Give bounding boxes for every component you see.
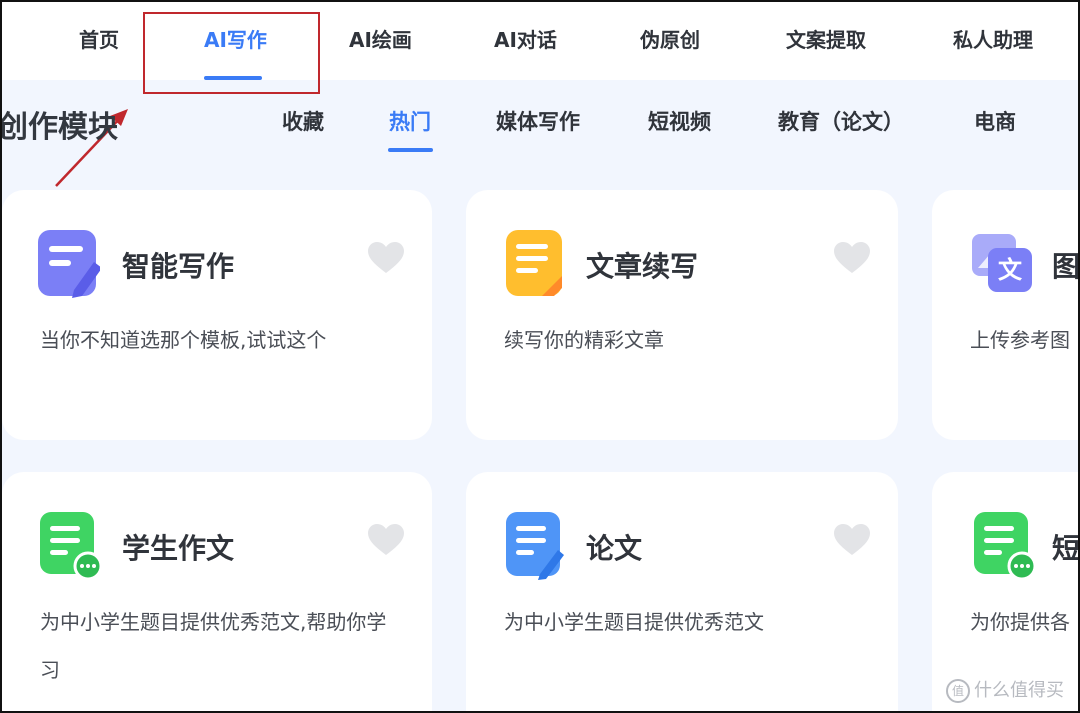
nav-ai-drawing[interactable]: AI绘画 [349,24,412,53]
template-card-paper[interactable]: 论文 为中小学生题目提供优秀范文 [466,472,898,711]
category-education[interactable]: 教育（论文） [778,106,904,136]
card-title: 图 [1052,250,1080,283]
card-title: 论文 [586,532,643,565]
nav-home[interactable]: 首页 [79,24,119,53]
category-media-writing[interactable]: 媒体写作 [496,106,580,136]
card-description: 续写你的精彩文章 [504,328,664,352]
card-title: 短 [1052,532,1080,565]
chat-document-icon [40,512,100,580]
card-title: 文章续写 [586,250,699,283]
watermark: 值什么值得买 [946,676,1064,703]
category-hot[interactable]: 热门 [389,106,431,136]
card-title: 学生作文 [122,532,235,565]
paper-edit-icon [506,512,564,580]
watermark-logo-icon: 值 [946,679,970,703]
section-title: 创作模块 [0,110,118,145]
template-card-smart-writing[interactable]: 智能写作 当你不知道选那个模板,试试这个 [2,190,432,440]
nav-text-extraction[interactable]: 文案提取 [786,24,866,53]
document-continue-icon [506,230,562,296]
card-description: 为你提供各 [970,610,1070,634]
image-text-icon: 文 [972,234,1032,292]
favorite-heart-icon[interactable] [834,242,870,274]
template-card-article-continue[interactable]: 文章续写 续写你的精彩文章 [466,190,898,440]
card-description: 当你不知道选那个模板,试试这个 [40,328,327,352]
category-short-video[interactable]: 短视频 [648,106,711,136]
active-tab-indicator [204,76,262,80]
svg-text:文: 文 [998,256,1023,284]
watermark-text: 什么值得买 [974,680,1064,701]
nav-personal-assistant[interactable]: 私人助理 [953,24,1033,53]
category-favorites[interactable]: 收藏 [282,106,324,136]
top-navigation: 首页 AI写作 AI绘画 AI对话 伪原创 文案提取 私人助理 [2,2,1078,80]
app-frame: 首页 AI写作 AI绘画 AI对话 伪原创 文案提取 私人助理 创作模块 收藏 … [0,0,1080,713]
template-card-student-essay[interactable]: 学生作文 为中小学生题目提供优秀范文,帮助你学习 [2,472,432,711]
nav-ai-writing[interactable]: AI写作 [204,24,267,53]
edit-document-icon [38,230,100,298]
card-description: 上传参考图 [970,328,1070,352]
favorite-heart-icon[interactable] [368,524,404,556]
template-card-image-text[interactable]: 文 图 上传参考图 [932,190,1080,440]
card-description: 为中小学生题目提供优秀范文 [504,610,764,634]
favorite-heart-icon[interactable] [834,524,870,556]
category-ecommerce[interactable]: 电商 [974,106,1016,136]
card-title: 智能写作 [122,250,235,283]
favorite-heart-icon[interactable] [368,242,404,274]
card-description: 为中小学生题目提供优秀范文,帮助你学习 [40,610,387,682]
active-category-indicator [388,148,433,152]
nav-pseudo-original[interactable]: 伪原创 [640,24,700,53]
chat-document-icon [974,512,1034,580]
nav-ai-chat[interactable]: AI对话 [494,24,557,53]
